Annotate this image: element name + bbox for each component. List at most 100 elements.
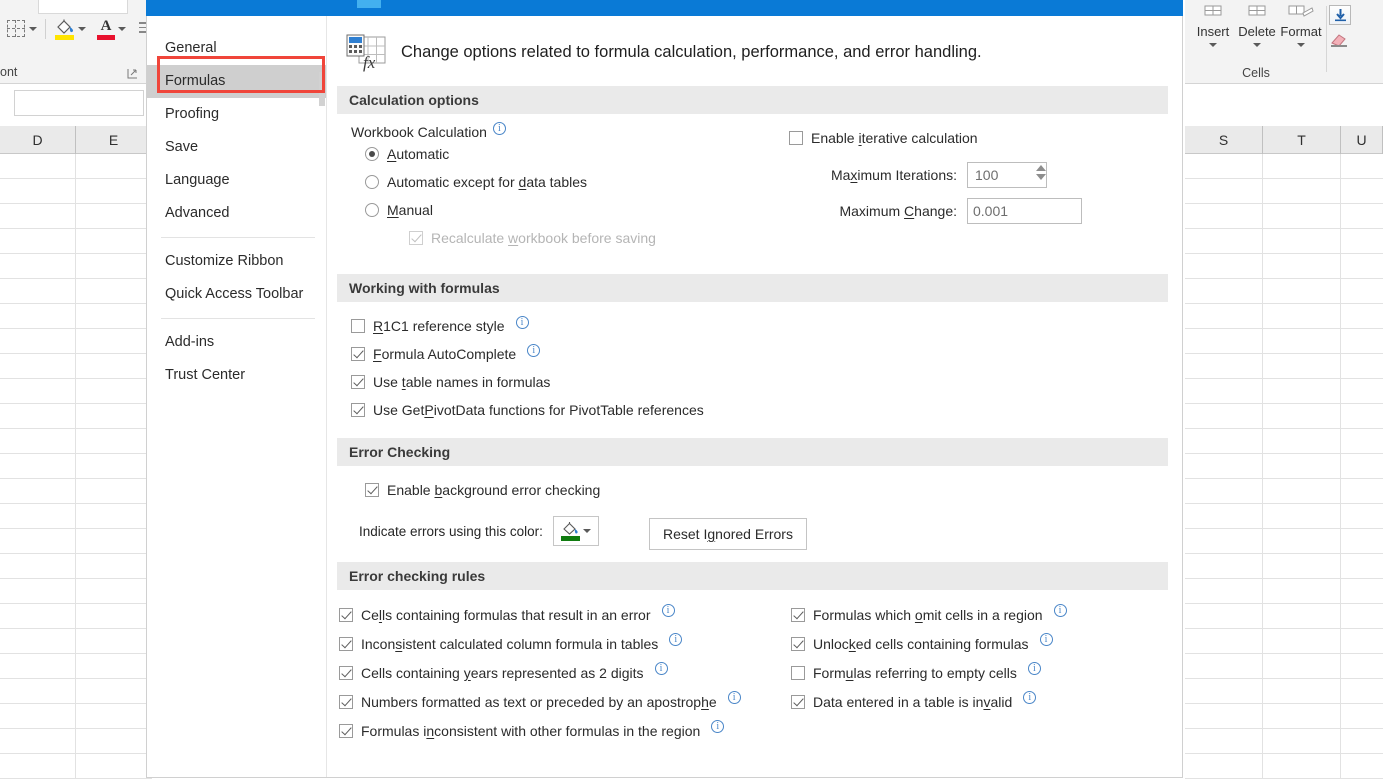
checkbox-indicator[interactable] <box>351 347 365 361</box>
checkbox-indicator[interactable] <box>365 483 379 497</box>
section-error-checking-rules: Error checking rules <box>337 562 1168 590</box>
checkbox-formulas-inconsistent-region[interactable]: Formulas inconsistent with other formula… <box>339 716 791 745</box>
info-icon[interactable]: i <box>711 720 724 733</box>
checkbox-indicator[interactable] <box>339 666 353 680</box>
checkbox-enable-iterative-calculation[interactable]: Enable iterative calculation <box>789 124 1129 152</box>
error-color-picker[interactable] <box>553 516 599 546</box>
checkbox-numbers-as-text[interactable]: Numbers formatted as text or preceded by… <box>339 687 791 716</box>
ribbon-top-edge <box>38 0 128 14</box>
checkbox-indicator[interactable] <box>339 724 353 738</box>
column-header-U[interactable]: U <box>1341 126 1383 154</box>
checkbox-indicator[interactable] <box>791 666 805 680</box>
sidebar-item-proofing[interactable]: Proofing <box>147 98 327 131</box>
column-header-T[interactable]: T <box>1263 126 1341 154</box>
delete-cells-label: Delete <box>1235 24 1279 39</box>
checkbox-indicator[interactable] <box>791 608 805 622</box>
reset-ignored-errors-label: Reset Ignored Errors <box>663 526 793 542</box>
sidebar-item-general[interactable]: General <box>147 32 327 65</box>
info-icon[interactable]: i <box>1054 604 1067 617</box>
checkbox-indicator[interactable] <box>351 319 365 333</box>
insert-cells-button[interactable]: Insert <box>1191 2 1235 47</box>
font-dialog-launcher[interactable] <box>127 67 138 78</box>
info-icon[interactable]: i <box>493 122 506 135</box>
info-icon[interactable]: i <box>1023 691 1036 704</box>
column-header-S[interactable]: S <box>1185 126 1263 154</box>
radio-indicator[interactable] <box>365 203 379 217</box>
radio-indicator[interactable] <box>365 175 379 189</box>
checkbox-formulas-empty-cells[interactable]: Formulas referring to empty cells i <box>791 658 1121 687</box>
reset-ignored-errors-button[interactable]: Reset Ignored Errors <box>649 518 807 550</box>
svg-text:fx: fx <box>363 53 376 72</box>
info-icon[interactable]: i <box>655 662 668 675</box>
info-icon[interactable]: i <box>662 604 675 617</box>
sidebar-item-add-ins[interactable]: Add-ins <box>147 326 327 359</box>
font-color-icon: A <box>96 18 116 40</box>
max-iterations-stepper[interactable]: 100 <box>967 162 1047 188</box>
checkbox-r1c1-reference-style[interactable]: R1C1 reference style i <box>351 312 1182 340</box>
eraser-icon[interactable] <box>1329 32 1351 50</box>
fill-color-icon <box>54 18 76 40</box>
chevron-down-icon[interactable] <box>29 27 37 31</box>
rule-label: Formulas referring to empty cells <box>813 665 1017 681</box>
checkbox-indicator[interactable] <box>339 608 353 622</box>
checkbox-indicator[interactable] <box>351 403 365 417</box>
info-icon[interactable]: i <box>527 344 540 357</box>
divider <box>1326 6 1327 72</box>
max-iterations-label: Maximum Iterations: <box>809 167 957 183</box>
checkbox-use-table-names[interactable]: Use table names in formulas <box>351 368 1182 396</box>
calculation-options-body: Workbook Calculation i Automatic Automat… <box>327 114 1182 274</box>
sidebar-item-customize-ribbon[interactable]: Customize Ribbon <box>147 245 327 278</box>
name-box[interactable] <box>14 90 144 116</box>
info-icon[interactable]: i <box>728 691 741 704</box>
chevron-down-icon[interactable] <box>1297 43 1305 47</box>
column-header-E[interactable]: E <box>76 126 152 154</box>
chevron-down-icon[interactable] <box>583 529 591 533</box>
checkbox-use-getpivotdata[interactable]: Use GetPivotData functions for PivotTabl… <box>351 396 1182 424</box>
info-icon[interactable]: i <box>1040 633 1053 646</box>
fill-down-button[interactable] <box>1329 5 1351 25</box>
fill-color-button[interactable] <box>51 18 89 40</box>
rules-column-left: Cells containing formulas that result in… <box>339 600 791 745</box>
delete-cells-button[interactable]: Delete <box>1235 2 1279 47</box>
checkbox-inconsistent-calculated-column[interactable]: Inconsistent calculated column formula i… <box>339 629 791 658</box>
divider <box>161 237 315 238</box>
format-cells-button[interactable]: Format <box>1279 2 1323 47</box>
checkbox-years-two-digits[interactable]: Cells containing years represented as 2 … <box>339 658 791 687</box>
use-getpivotdata-label: Use GetPivotData functions for PivotTabl… <box>373 402 704 418</box>
checkbox-unlocked-cells-formulas[interactable]: Unlocked cells containing formulas i <box>791 629 1121 658</box>
radio-indicator[interactable] <box>365 147 379 161</box>
checkbox-data-invalid-in-table[interactable]: Data entered in a table is invalid i <box>791 687 1121 716</box>
info-icon[interactable]: i <box>669 633 682 646</box>
checkbox-indicator[interactable] <box>789 131 803 145</box>
checkbox-cells-formulas-error[interactable]: Cells containing formulas that result in… <box>339 600 791 629</box>
checkbox-indicator[interactable] <box>351 375 365 389</box>
stepper-arrows[interactable] <box>1029 165 1041 180</box>
chevron-down-icon[interactable] <box>1209 43 1217 47</box>
checkbox-indicator[interactable] <box>339 637 353 651</box>
checkbox-formulas-omit-cells[interactable]: Formulas which omit cells in a region i <box>791 600 1121 629</box>
info-icon[interactable]: i <box>1028 662 1041 675</box>
chevron-down-icon[interactable] <box>78 27 86 31</box>
checkbox-indicator[interactable] <box>339 695 353 709</box>
sidebar-item-advanced[interactable]: Advanced <box>147 197 327 230</box>
borders-button[interactable] <box>4 19 40 39</box>
sidebar-scrollbar[interactable] <box>319 72 325 106</box>
chevron-down-icon[interactable] <box>1253 43 1261 47</box>
checkbox-enable-background-error-checking[interactable]: Enable background error checking <box>365 476 1182 504</box>
divider <box>45 19 46 39</box>
checkbox-indicator[interactable] <box>791 637 805 651</box>
font-color-button[interactable]: A <box>93 18 129 40</box>
sidebar-item-formulas[interactable]: Formulas <box>147 65 327 98</box>
chevron-down-icon[interactable] <box>118 27 126 31</box>
checkbox-formula-autocomplete[interactable]: Formula AutoComplete i <box>351 340 1182 368</box>
column-header-D[interactable]: D <box>0 126 76 154</box>
max-change-input[interactable]: 0.001 <box>967 198 1082 224</box>
sidebar-item-quick-access-toolbar[interactable]: Quick Access Toolbar <box>147 278 327 311</box>
section-error-checking: Error Checking <box>337 438 1168 466</box>
sidebar-item-language[interactable]: Language <box>147 164 327 197</box>
checkbox-indicator[interactable] <box>791 695 805 709</box>
insert-cells-icon <box>1191 2 1235 24</box>
sidebar-item-trust-center[interactable]: Trust Center <box>147 359 327 392</box>
sidebar-item-save[interactable]: Save <box>147 131 327 164</box>
info-icon[interactable]: i <box>516 316 529 329</box>
